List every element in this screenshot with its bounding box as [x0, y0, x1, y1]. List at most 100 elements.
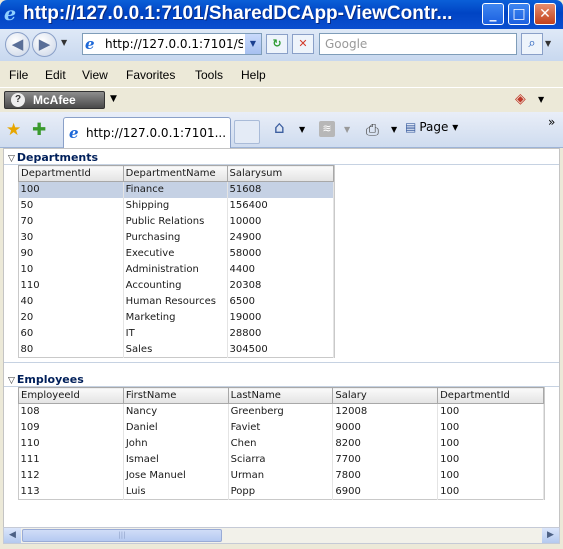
mcafee-button[interactable]: ? McAfee — [4, 91, 105, 109]
cell-first-name[interactable]: Jose Manuel — [123, 467, 229, 484]
search-field[interactable]: Google — [319, 33, 517, 55]
department-row[interactable]: 50 Shipping 156400 — [18, 197, 335, 214]
print-dropdown-icon[interactable]: ▼ — [391, 125, 397, 134]
menu-file[interactable]: File — [9, 68, 28, 82]
cell-last-name[interactable]: Urman — [228, 467, 334, 484]
research-dropdown-icon[interactable]: ▼ — [538, 95, 544, 104]
stop-button[interactable]: ✕ — [292, 34, 314, 54]
cell-department-id[interactable]: 40 — [18, 293, 124, 310]
departments-header[interactable]: ▽ Departments — [8, 151, 98, 164]
cell-department-name[interactable]: Shipping — [123, 197, 228, 214]
cell-department-name[interactable]: Purchasing — [123, 229, 228, 246]
cell-salary[interactable]: 9000 — [332, 419, 439, 436]
cell-department-id[interactable]: 100 — [437, 435, 544, 452]
cell-employee-id[interactable]: 108 — [18, 403, 124, 420]
menu-favorites[interactable]: Favorites — [126, 68, 175, 82]
department-row[interactable]: 110 Accounting 20308 — [18, 277, 335, 294]
cell-salary-sum[interactable]: 24900 — [227, 229, 335, 246]
search-icon[interactable]: ⌕ — [521, 33, 543, 55]
column-header-departmentid[interactable]: DepartmentId — [437, 387, 544, 404]
column-header-lastname[interactable]: LastName — [227, 387, 334, 404]
cell-department-id[interactable]: 100 — [437, 467, 544, 484]
feeds-dropdown-icon[interactable]: ▼ — [344, 125, 350, 134]
home-dropdown-icon[interactable]: ▼ — [299, 125, 305, 134]
cell-salary-sum[interactable]: 58000 — [227, 245, 335, 262]
search-input[interactable]: Google — [325, 37, 367, 51]
cell-department-id[interactable]: 80 — [18, 341, 124, 358]
menu-edit[interactable]: Edit — [45, 68, 66, 82]
home-icon[interactable]: ⌂ — [274, 118, 285, 138]
cell-salary[interactable]: 8200 — [332, 435, 439, 452]
cell-department-name[interactable]: Human Resources — [123, 293, 228, 310]
employee-row[interactable]: 113 Luis Popp 6900 100 — [18, 483, 544, 500]
cell-salary-sum[interactable]: 10000 — [227, 213, 335, 230]
employee-row[interactable]: 109 Daniel Faviet 9000 100 — [18, 419, 544, 436]
new-tab-button[interactable] — [234, 120, 260, 144]
collapse-triangle-icon[interactable]: ▽ — [8, 154, 15, 164]
cell-employee-id[interactable]: 109 — [18, 419, 124, 436]
address-dropdown-icon[interactable]: ▼ — [245, 34, 261, 54]
cell-salary-sum[interactable]: 304500 — [227, 341, 335, 358]
department-row[interactable]: 20 Marketing 19000 — [18, 309, 335, 326]
department-row[interactable]: 80 Sales 304500 — [18, 341, 335, 358]
employee-row[interactable]: 110 John Chen 8200 100 — [18, 435, 544, 452]
employee-row[interactable]: 112 Jose Manuel Urman 7800 100 — [18, 467, 544, 484]
column-header-salary[interactable]: Salary — [332, 387, 439, 404]
minimize-button[interactable]: _ — [482, 3, 504, 25]
column-header-firstname[interactable]: FirstName — [122, 387, 229, 404]
cell-salary-sum[interactable]: 156400 — [227, 197, 335, 214]
cell-salary-sum[interactable]: 19000 — [227, 309, 335, 326]
cell-salary[interactable]: 7700 — [332, 451, 439, 468]
department-row[interactable]: 60 IT 28800 — [18, 325, 335, 342]
browser-tab[interactable]: e http://127.0.0.1:7101... — [63, 117, 231, 148]
maximize-button[interactable]: □ — [508, 3, 530, 25]
search-options-dropdown-icon[interactable]: ▼ — [545, 39, 551, 48]
collapse-triangle-icon[interactable]: ▽ — [8, 376, 15, 386]
cell-department-id[interactable]: 20 — [18, 309, 124, 326]
cell-department-id[interactable]: 100 — [437, 451, 544, 468]
employee-row[interactable]: 108 Nancy Greenberg 12008 100 — [18, 403, 544, 420]
cell-department-id[interactable]: 70 — [18, 213, 124, 230]
cell-first-name[interactable]: Nancy — [123, 403, 229, 420]
cell-salary-sum[interactable]: 20308 — [227, 277, 335, 294]
cell-last-name[interactable]: Chen — [228, 435, 334, 452]
cell-salary-sum[interactable]: 28800 — [227, 325, 335, 342]
cell-department-id[interactable]: 100 — [437, 483, 544, 500]
cell-department-id[interactable]: 30 — [18, 229, 124, 246]
cell-salary-sum[interactable]: 6500 — [227, 293, 335, 310]
cell-department-name[interactable]: IT — [123, 325, 228, 342]
cell-first-name[interactable]: Luis — [123, 483, 229, 500]
cell-department-id[interactable]: 100 — [437, 403, 544, 420]
cell-salary[interactable]: 12008 — [332, 403, 439, 420]
address-input[interactable]: http://127.0.0.1:7101/S — [105, 37, 243, 51]
cell-employee-id[interactable]: 112 — [18, 467, 124, 484]
mcafee-dropdown-icon[interactable]: ▼ — [110, 94, 117, 104]
horizontal-scrollbar[interactable]: ◀ ||| ▶ — [3, 527, 560, 544]
scrollbar-thumb[interactable]: ||| — [22, 529, 222, 542]
department-row[interactable]: 100 Finance 51608 — [18, 181, 335, 198]
cell-department-name[interactable]: Marketing — [123, 309, 228, 326]
menu-tools[interactable]: Tools — [195, 68, 223, 82]
cell-department-name[interactable]: Executive — [123, 245, 228, 262]
employee-row[interactable]: 111 Ismael Sciarra 7700 100 — [18, 451, 544, 468]
scroll-right-button[interactable]: ▶ — [542, 528, 559, 543]
cell-salary[interactable]: 7800 — [332, 467, 439, 484]
add-favorite-icon[interactable]: ✚ — [32, 120, 46, 140]
department-row[interactable]: 10 Administration 4400 — [18, 261, 335, 278]
cell-department-id[interactable]: 50 — [18, 197, 124, 214]
cell-department-id[interactable]: 10 — [18, 261, 124, 278]
column-header-salarysum[interactable]: Salarysum — [226, 165, 335, 182]
cell-salary-sum[interactable]: 51608 — [227, 181, 335, 198]
feeds-icon[interactable]: ≋ — [319, 121, 335, 137]
cell-department-id[interactable]: 100 — [437, 419, 544, 436]
department-row[interactable]: 70 Public Relations 10000 — [18, 213, 335, 230]
page-menu-button[interactable]: ▤ Page ▾ — [405, 120, 458, 134]
forward-button[interactable]: ▶ — [32, 32, 57, 57]
column-header-departmentid[interactable]: DepartmentId — [18, 165, 124, 182]
favorites-star-icon[interactable]: ★ — [6, 120, 21, 140]
cell-department-id[interactable]: 90 — [18, 245, 124, 262]
cell-department-name[interactable]: Accounting — [123, 277, 228, 294]
cell-salary[interactable]: 6900 — [332, 483, 439, 500]
cell-salary-sum[interactable]: 4400 — [227, 261, 335, 278]
back-button[interactable]: ◀ — [5, 32, 30, 57]
